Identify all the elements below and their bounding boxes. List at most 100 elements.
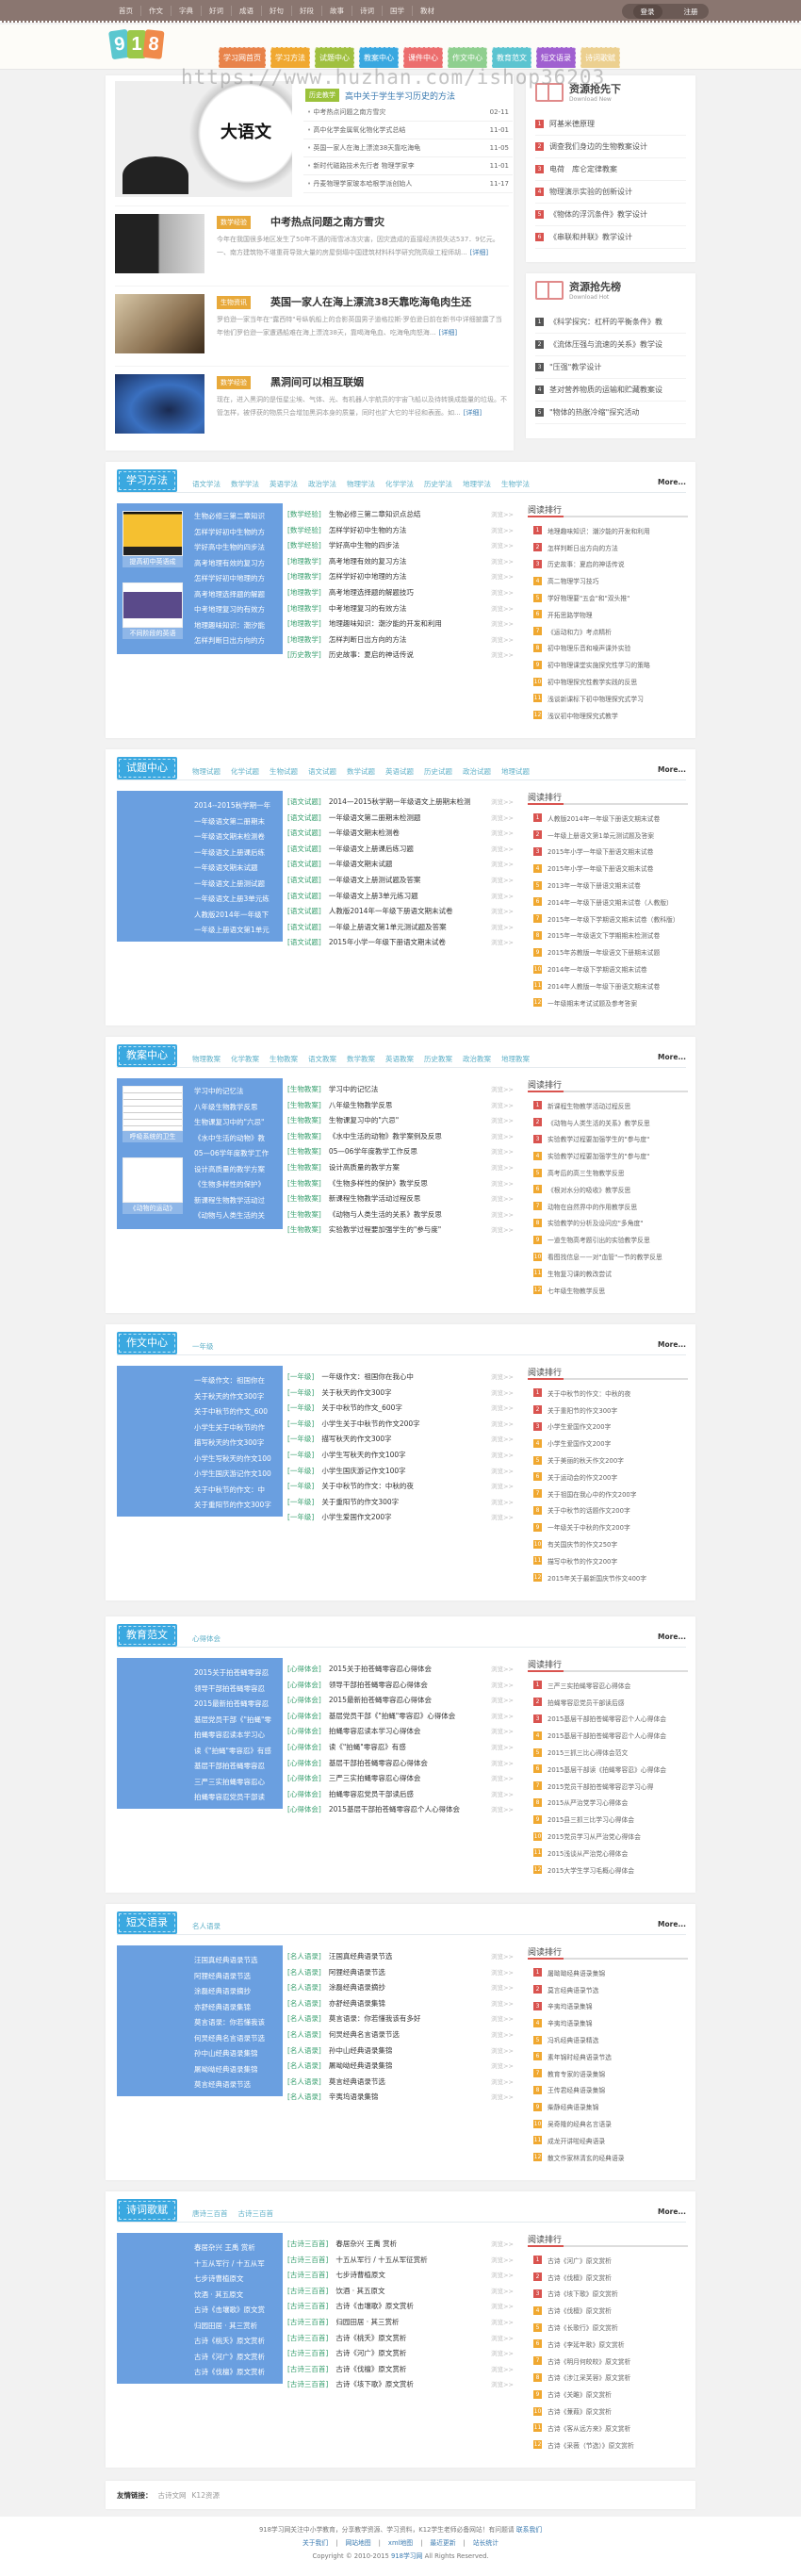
rank-label[interactable]: 看图找信息——对"血管"一节的教学反思 [548,1252,662,1261]
subnav-link[interactable]: 历史教案 [424,1054,452,1064]
rank-label[interactable]: 关于运动会的作文200字 [548,1472,617,1482]
tab-8[interactable]: 诗词歌赋 [580,47,620,68]
featured-link[interactable]: 屠呦呦经典语录集锦 [194,2064,279,2080]
featured-link[interactable]: 一年级语文上册课后练 [194,847,279,863]
rank-label[interactable]: 初中物理课堂实施探究性学习的策略 [548,660,650,669]
rank-label[interactable]: 冯巩经典语录精选 [548,2035,598,2044]
rank-item[interactable]: 1 三严三实拍蝇零容忍心得体会 [528,1677,688,1694]
featured-link[interactable]: 春居杂兴 王禹 赏析 [194,2242,279,2258]
article-link[interactable]: 古诗《垓下歌》原文赏析 [335,2379,491,2395]
top-nav-link[interactable]: 字典 [172,6,202,16]
logo[interactable]: 918 [108,28,165,60]
view-link[interactable]: 浏览>> [491,2029,514,2045]
view-link[interactable]: 浏览>> [491,844,514,860]
rank-item[interactable]: 2 怎样判断日出方向的方法 [528,539,688,556]
view-link[interactable]: 浏览>> [491,525,514,541]
view-link[interactable]: 浏览>> [491,2092,514,2108]
article-link[interactable]: 2015基层干部拍苍蝇零容忍个人心得体会 [329,1804,491,1820]
rank-label[interactable]: 散文作家林清玄的经典语录 [548,2153,625,2162]
rank-item[interactable]: 6 素年锦时经典语录节选 [528,2048,688,2065]
tab-6[interactable]: 教育范文 [492,47,531,68]
rank-item[interactable]: 12 2015年关于最新国庆节作文400字 [528,1569,688,1586]
rank-item[interactable]: 11 成龙开讲啦经典语录 [528,2132,688,2149]
sidebar-item[interactable]: 3 电荷 库仑定律教案 [535,158,686,181]
article-link[interactable]: 小学生写秋天的作文100字 [321,1450,491,1466]
view-link[interactable]: 浏览>> [491,1434,514,1450]
rank-label[interactable]: 2015年一年级语文下学期期末检测试卷 [548,930,660,940]
rank-item[interactable]: 5 学好物理要"五会"和"双头推" [528,589,688,606]
article-card[interactable]: 数学经验 中考热点问题之南方雪灾 今年在我国很多地区发生了50年不遇的雨雪冰冻灾害，… [115,205,509,273]
article-link[interactable]: 2015最新拍苍蝇零容忍心得体会 [329,1695,491,1711]
rank-item[interactable]: 6 开拓思路学物理 [528,606,688,623]
view-link[interactable]: 浏览>> [491,1680,514,1696]
rank-item[interactable]: 11 生物复习课的教改尝试 [528,1265,688,1282]
article-link[interactable]: 孙中山经典语录集锦 [329,2045,491,2061]
view-link[interactable]: 浏览>> [491,875,514,891]
rank-label[interactable]: 高考后的高三生物教学反思 [548,1168,625,1177]
list-row[interactable]: [一年级] 关于中秋节的作文：中秋的夜 浏览>> [287,1481,514,1497]
category-tag[interactable]: [语文试题] [287,828,321,844]
category-tag[interactable]: [心得体会] [287,1726,321,1742]
featured-link[interactable]: 莫言经典语录节选 [194,2079,279,2095]
subnav-link[interactable]: 语文学法 [192,479,221,489]
article-title[interactable]: 黑洞间可以相互联姻 [270,374,364,389]
rank-item[interactable]: 12 七年级生物教学反思 [528,1282,688,1299]
category-tag[interactable]: [古诗三百首] [287,2317,328,2333]
article-link[interactable]: 涂磊经典语录摘抄 [329,1982,491,1998]
subnav-link[interactable]: 历史试题 [424,766,452,777]
headline-title[interactable]: 高中关于学生学习历史的方法 [345,90,455,102]
featured-link[interactable]: 亦舒经典语录集锦 [194,2002,279,2018]
view-link[interactable]: 浏览>> [491,1387,514,1403]
category-tag[interactable]: [生物教案] [287,1224,321,1240]
view-link[interactable]: 浏览>> [491,2076,514,2092]
list-row[interactable]: [地理教学] 怎样判断日出方向的方法 浏览>> [287,634,514,650]
featured-link[interactable]: 关于秋天的作文300字 [194,1391,279,1407]
category-tag[interactable]: [地理教学] [287,587,321,603]
rank-item[interactable]: 5 关于美丽的秋天作文200字 [528,1452,688,1468]
rank-item[interactable]: 9 柴静经典语录集锦 [528,2098,688,2115]
list-row[interactable]: [语文试题] 一年级语文上册3单元练习题 浏览>> [287,891,514,907]
featured-link[interactable]: 一年级语文第二册期末 [194,816,279,832]
rank-label[interactable]: 初中物理乐音和噪声课外实验 [548,643,630,652]
rank-label[interactable]: 素年锦时经典语录节选 [548,2052,612,2061]
featured-link[interactable]: 一年级作文：祖国你在 [194,1375,279,1391]
view-link[interactable]: 浏览>> [491,1758,514,1774]
featured-link[interactable]: 拍蝇零容忍读本学习心 [194,1730,279,1746]
list-row[interactable]: [生物教案] 生物课复习中的"六忌" 浏览>> [287,1115,514,1131]
rank-label[interactable]: 莫言经典语录节选 [548,1985,598,1994]
view-link[interactable]: 浏览>> [491,1804,514,1820]
rank-item[interactable]: 8 实验教学的分析及设问应"多角度" [528,1215,688,1232]
category-tag[interactable]: [语文试题] [287,906,321,922]
list-row[interactable]: [一年级] 描写秋天的作文300字 浏览>> [287,1434,514,1450]
sidebar-item[interactable]: 1 阿基米德原理 [535,113,686,136]
article-link[interactable]: 关于秋天的作文300字 [321,1387,491,1403]
view-link[interactable]: 浏览>> [491,906,514,922]
friend-link[interactable]: K12资源 [192,2490,220,2500]
more-link[interactable]: More... [658,1053,686,1061]
article-link[interactable]: 一年级语文上册测试题及答案 [329,875,491,891]
list-row[interactable]: [生物教案] 05—06学年度教学工作反思 浏览>> [287,1146,514,1162]
article-link[interactable]: 怎样学好初中地理的方法 [329,571,491,587]
category-tag[interactable]: [地理教学] [287,618,321,634]
category-tag[interactable]: [语文试题] [287,812,321,829]
subnav-link[interactable]: 物理试题 [192,766,221,777]
view-link[interactable]: 浏览>> [491,2317,514,2333]
article-link[interactable]: 拍蝇零容忍党员干部读后感 [329,1789,491,1805]
news-item[interactable]: 英国一家人在海上漂流38天靠吃海龟 11-05 [303,139,513,157]
tab-0[interactable]: 学习网首页 [219,47,266,68]
top-nav-link[interactable]: 好句 [262,6,292,16]
featured-link[interactable]: 学习中的记忆法 [194,1086,279,1102]
image-thumbnail[interactable] [123,1086,183,1131]
subnav-link[interactable]: 心得体会 [192,1633,221,1644]
list-row[interactable]: [名人语录] 孙中山经典语录集锦 浏览>> [287,2045,514,2061]
hero-banner-image[interactable]: 大语文 [115,81,292,197]
list-row[interactable]: [心得体会] 拍蝇零容忍读本学习心得体会 浏览>> [287,1726,514,1742]
rank-item[interactable]: 2 关于重阳节的作文300字 [528,1402,688,1419]
sidebar-item-label[interactable]: 《物体的浮沉条件》教学设计 [549,209,647,220]
list-row[interactable]: [语文试题] 2015年小学一年级下册语文期末试卷 浏览>> [287,937,514,953]
featured-link[interactable]: 阿狸经典语录节选 [194,1971,279,1987]
featured-link[interactable]: 一年级语文期末检测卷 [194,831,279,847]
article-link[interactable]: 《水中生活的动物》教学案例及反思 [329,1131,491,1147]
featured-link[interactable]: 涂磊经典语录摘抄 [194,1986,279,2002]
subnav-link[interactable]: 化学学法 [385,479,414,489]
